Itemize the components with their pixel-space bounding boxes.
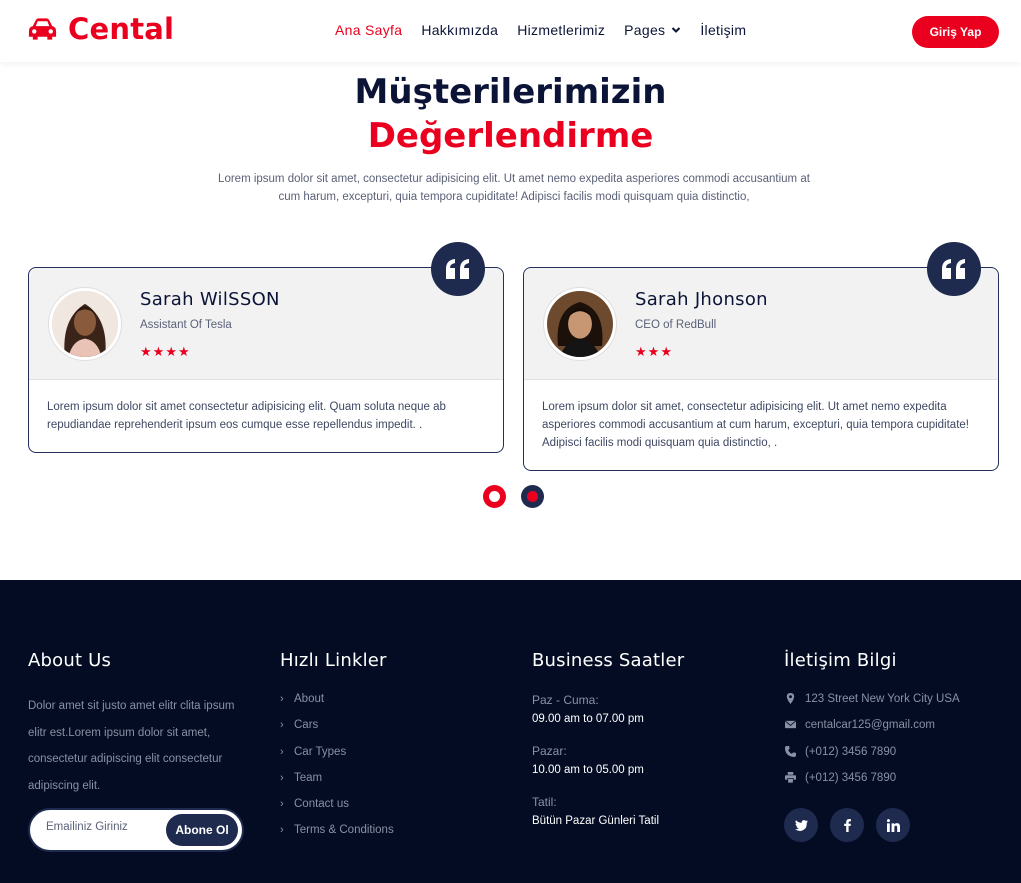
twitter-icon[interactable] — [784, 808, 818, 842]
avatar — [544, 288, 616, 360]
star-icon: ★ — [152, 344, 165, 359]
footer-about-text: Dolor amet sit justo amet elitr clita ip… — [28, 700, 235, 792]
footer-link-car-types[interactable]: › Car Types — [280, 746, 500, 772]
star-icon: ★ — [177, 344, 190, 359]
testimonial-text: Lorem ipsum dolor sit amet consectetur a… — [47, 401, 446, 431]
footer-link-team[interactable]: › Team — [280, 772, 500, 798]
star-icon: ★ — [660, 344, 672, 359]
footer-quick-links: Hızlı Linkler › About › Cars › Car Types › T… — [280, 650, 500, 851]
nav-services-label: Hizmetlerimiz — [517, 22, 606, 38]
footer-link-contact[interactable]: › Contact us — [280, 798, 500, 824]
brand-logo[interactable]: Cental — [27, 12, 174, 46]
nav-services[interactable]: Hizmetlerimiz — [517, 22, 605, 38]
footer: About Us Dolor amet sit justo amet elitr… — [0, 580, 1021, 883]
nav-contact-label: İletişim — [700, 22, 747, 38]
nav-pages-label: Pages — [624, 22, 666, 38]
facebook-icon[interactable] — [830, 808, 864, 842]
star-icon: ★ — [165, 344, 177, 359]
testimonial-role: CEO of RedBull — [635, 319, 717, 331]
login-button[interactable]: Giriş Yap — [912, 16, 999, 48]
carousel-dot-1[interactable] — [483, 485, 506, 508]
envelope-icon — [784, 719, 797, 730]
email-input[interactable] — [46, 821, 156, 833]
testimonial-name: Sarah Jhonson — [635, 289, 768, 310]
main-nav: Ana Sayfa Hakkımızda Hizmetlerimiz Pages… — [335, 22, 746, 38]
subscribe-button[interactable]: Abone Ol — [166, 814, 238, 846]
contact-email-text: centalcar125@gmail.com — [805, 719, 935, 732]
testimonial-text: Lorem ipsum dolor sit amet, consectetur … — [542, 401, 969, 449]
star-icon: ★ — [635, 344, 647, 359]
contact-phone-text: (+012) 3456 7890 — [805, 745, 897, 758]
rating-stars: ★ ★ ★ ★ — [140, 345, 190, 358]
social-links — [784, 808, 910, 842]
chevron-right-icon: › — [280, 824, 284, 837]
footer-link-label: Cars — [294, 719, 319, 732]
footer-link-cars[interactable]: › Cars — [280, 719, 500, 745]
hours-label: Tatil: — [532, 795, 557, 809]
phone-icon — [784, 745, 797, 757]
footer-hours-heading: Business Saatler — [532, 650, 685, 671]
printer-icon — [784, 771, 797, 783]
contact-fax: (+012) 3456 7890 — [784, 771, 1004, 798]
footer-about-heading: About Us — [28, 650, 112, 671]
testimonial-card: Sarah Jhonson CEO of RedBull ★ ★ ★ Lorem i… — [523, 242, 999, 471]
nav-about[interactable]: Hakkımızda — [421, 22, 498, 38]
footer-contact-info: İletişim Bilgi 123 Street New York City … — [784, 650, 1004, 842]
footer-link-label: About — [294, 693, 325, 705]
nav-home-label: Ana Sayfa — [335, 22, 403, 38]
footer-links-list: › About › Cars › Car Types › Team › Contact u… — [280, 693, 500, 851]
nav-contact[interactable]: İletişim — [700, 22, 746, 38]
hours-value: 09.00 am to 07.00 pm — [532, 713, 644, 725]
contact-fax-text: (+012) 3456 7890 — [805, 771, 897, 784]
testimonial-description: Lorem ipsum dolor sit amet, consectetur … — [218, 173, 810, 203]
footer-link-terms[interactable]: › Terms & Conditions — [280, 824, 500, 850]
rating-stars: ★ ★ ★ — [635, 345, 672, 358]
map-marker-icon — [784, 693, 797, 704]
contact-address: 123 Street New York City USA — [784, 693, 1004, 719]
footer-links-heading: Hızlı Linkler — [280, 650, 387, 671]
footer-about: About Us Dolor amet sit justo amet elitr… — [28, 650, 258, 852]
footer-business-hours: Business Saatler Paz - Cuma: 09.00 am to… — [532, 650, 752, 846]
star-icon: ★ — [647, 344, 660, 359]
chevron-right-icon: › — [280, 745, 284, 758]
chevron-right-icon: › — [280, 693, 284, 705]
testimonial-heading: Müşterilerimizin Değerlendirme — [0, 70, 1021, 158]
car-icon — [28, 18, 57, 40]
hours-value: 10.00 am to 05.00 pm — [532, 764, 644, 776]
testimonial-role: Assistant Of Tesla — [140, 319, 232, 331]
quote-icon — [927, 242, 981, 296]
contact-address-text: 123 Street New York City USA — [805, 693, 960, 705]
testimonial-title-line2: Değerlendirme — [367, 116, 654, 156]
footer-link-label: Terms & Conditions — [294, 824, 394, 837]
footer-link-label: Team — [294, 771, 323, 784]
chevron-right-icon: › — [280, 798, 284, 811]
hours-value: Bütün Pazar Günleri Tatil — [532, 815, 659, 827]
nav-home[interactable]: Ana Sayfa — [335, 22, 402, 38]
testimonial-card: Sarah WilSSON Assistant Of Tesla ★ ★ ★ ★ Lo… — [28, 242, 504, 453]
contact-email[interactable]: centalcar125@gmail.com — [784, 719, 1004, 745]
chevron-right-icon: › — [280, 771, 284, 784]
hours-label: Paz - Cuma: — [532, 693, 599, 707]
nav-pages-dropdown[interactable]: Pages — [624, 22, 681, 38]
linkedin-icon[interactable] — [876, 808, 910, 842]
newsletter-form: Abone Ol — [28, 808, 244, 852]
footer-link-label: Contact us — [294, 798, 349, 811]
contact-list: 123 Street New York City USA centalcar12… — [784, 693, 1004, 798]
testimonial-title-line1: Müşterilerimizin — [354, 72, 667, 112]
footer-link-about[interactable]: › About — [280, 693, 500, 719]
avatar — [49, 288, 121, 360]
testimonial-name: Sarah WilSSON — [140, 289, 280, 310]
navbar: Cental Ana Sayfa Hakkımızda Hizmetlerimi… — [0, 0, 1021, 62]
footer-contact-heading: İletişim Bilgi — [784, 650, 897, 671]
chevron-right-icon: › — [280, 719, 284, 732]
quote-icon — [431, 242, 485, 296]
contact-phone[interactable]: (+012) 3456 7890 — [784, 745, 1004, 772]
star-icon: ★ — [140, 344, 152, 359]
chevron-down-icon — [672, 27, 681, 33]
carousel-dot-2[interactable] — [521, 485, 544, 508]
hours-label: Pazar: — [532, 744, 567, 758]
nav-about-label: Hakkımızda — [421, 22, 499, 38]
brand-name: Cental — [68, 12, 175, 46]
footer-link-label: Car Types — [294, 745, 347, 758]
